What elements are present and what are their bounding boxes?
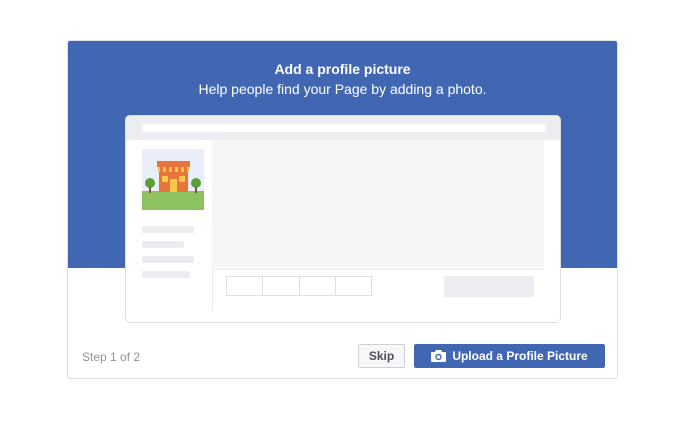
step-indicator: Step 1 of 2 xyxy=(82,350,141,364)
page-preview-illustration xyxy=(125,115,561,323)
preview-placeholder-line xyxy=(142,226,194,233)
preview-placeholder-line xyxy=(142,256,194,263)
skip-button[interactable]: Skip xyxy=(358,344,405,368)
camera-icon xyxy=(431,350,447,362)
preview-divider xyxy=(212,269,544,270)
preview-address-bar xyxy=(142,124,546,132)
preview-placeholder-line xyxy=(142,271,190,278)
storefront-illustration-icon xyxy=(142,149,204,210)
upload-button-label: Upload a Profile Picture xyxy=(452,349,588,363)
preview-tab xyxy=(336,277,371,295)
preview-tab xyxy=(263,277,300,295)
dialog-subtitle: Help people find your Page by adding a p… xyxy=(198,81,487,97)
upload-profile-picture-button[interactable]: Upload a Profile Picture xyxy=(414,344,605,368)
add-profile-picture-dialog: Add a profile picture Help people find y… xyxy=(67,40,618,379)
preview-tab xyxy=(227,277,264,295)
preview-cover-area xyxy=(212,140,544,269)
preview-tab xyxy=(300,277,336,295)
preview-tab-row xyxy=(226,276,372,296)
preview-divider xyxy=(212,269,213,309)
preview-action-button xyxy=(444,276,534,297)
skip-button-label: Skip xyxy=(368,349,395,363)
dialog-title: Add a profile picture xyxy=(274,61,411,77)
preview-placeholder-line xyxy=(142,241,184,248)
